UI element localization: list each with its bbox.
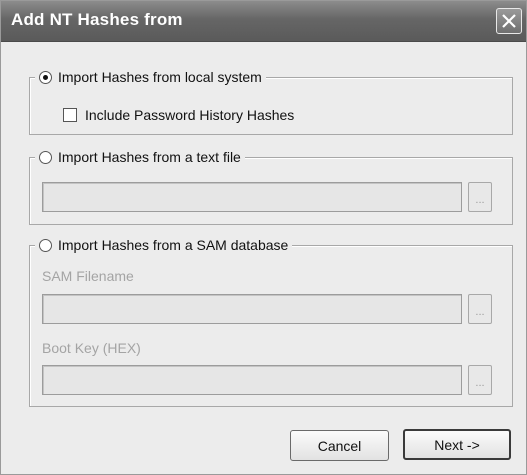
close-button[interactable] xyxy=(496,8,522,34)
local-system-radio-label: Import Hashes from local system xyxy=(58,69,262,85)
sam-filename-label: SAM Filename xyxy=(42,268,134,284)
password-history-checkbox[interactable] xyxy=(63,108,77,122)
local-system-radio-icon[interactable] xyxy=(39,70,52,84)
sam-database-radio[interactable]: Import Hashes from a SAM database xyxy=(35,235,293,255)
sam-database-radio-label: Import Hashes from a SAM database xyxy=(58,237,289,253)
password-history-checkbox-row[interactable]: Include Password History Hashes xyxy=(63,105,294,125)
text-file-radio-icon[interactable] xyxy=(39,150,52,164)
sam-filename-browse-button[interactable]: ... xyxy=(468,294,492,324)
close-icon xyxy=(502,14,516,28)
password-history-checkbox-label: Include Password History Hashes xyxy=(85,107,295,123)
text-file-radio-label: Import Hashes from a text file xyxy=(58,149,241,165)
text-file-radio[interactable]: Import Hashes from a text file xyxy=(35,147,245,167)
boot-key-field[interactable] xyxy=(42,365,462,395)
boot-key-browse-button[interactable]: ... xyxy=(468,365,492,395)
sam-filename-field[interactable] xyxy=(42,294,462,324)
text-file-browse-button[interactable]: ... xyxy=(468,182,492,212)
cancel-button[interactable]: Cancel xyxy=(290,430,389,461)
sam-database-radio-icon[interactable] xyxy=(39,238,52,252)
boot-key-label: Boot Key (HEX) xyxy=(42,340,141,356)
add-nt-hashes-dialog: Add NT Hashes from Import Hashes from lo… xyxy=(0,0,527,475)
dialog-title: Add NT Hashes from xyxy=(11,10,183,29)
next-button[interactable]: Next -> xyxy=(403,429,511,460)
local-system-radio[interactable]: Import Hashes from local system xyxy=(35,67,266,87)
text-file-path-field[interactable] xyxy=(42,182,462,212)
title-bar[interactable]: Add NT Hashes from xyxy=(1,1,526,42)
